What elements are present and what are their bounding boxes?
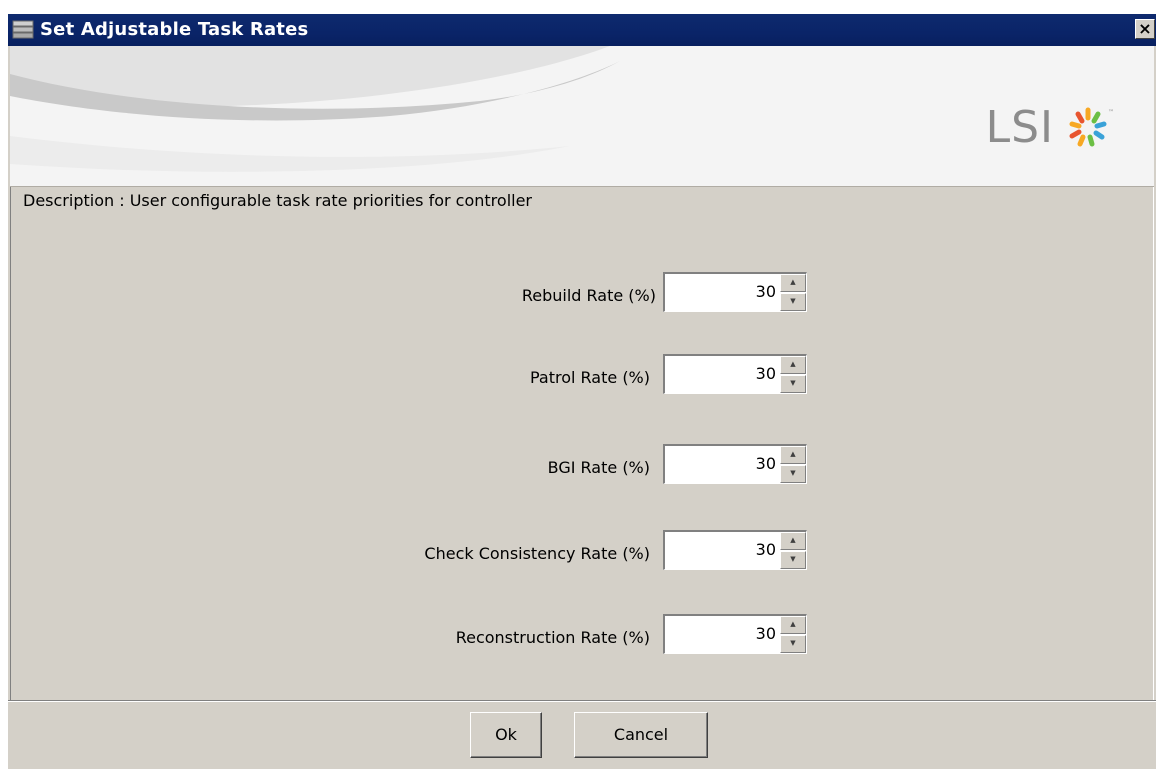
content-panel (10, 187, 1154, 700)
check-consistency-rate-label: Check Consistency Rate (%) (424, 544, 650, 563)
reconstruction-rate-spinner[interactable]: 30 ▲ ▼ (663, 614, 807, 654)
rebuild-rate-spinner[interactable]: 30 ▲ ▼ (663, 272, 807, 312)
spinner-arrows: ▲ ▼ (780, 274, 806, 311)
bgi-rate-value[interactable]: 30 (756, 454, 776, 473)
check-consistency-rate-value[interactable]: 30 (756, 540, 776, 559)
window-title: Set Adjustable Task Rates (40, 19, 309, 40)
cancel-button[interactable]: Cancel (574, 712, 708, 758)
lsi-logo: LSI ™ (986, 104, 1116, 152)
dialog-window: Set Adjustable Task Rates × LSI ™ Descri… (8, 14, 1156, 769)
reconstruction-rate-value[interactable]: 30 (756, 624, 776, 643)
increment-arrow-icon[interactable]: ▲ (780, 532, 806, 550)
decrement-arrow-icon[interactable]: ▼ (780, 293, 806, 311)
footer-separator (8, 700, 1156, 702)
spinner-arrows: ▲ ▼ (780, 532, 806, 569)
close-icon: × (1138, 19, 1152, 38)
check-consistency-rate-spinner[interactable]: 30 ▲ ▼ (663, 530, 807, 570)
increment-arrow-icon[interactable]: ▲ (780, 274, 806, 292)
banner-swoosh-graphic (10, 46, 620, 172)
spinner-arrows: ▲ ▼ (780, 616, 806, 653)
spinner-arrows: ▲ ▼ (780, 446, 806, 483)
spinner-arrows: ▲ ▼ (780, 356, 806, 393)
title-bar: Set Adjustable Task Rates × (8, 14, 1156, 46)
increment-arrow-icon[interactable]: ▲ (780, 356, 806, 374)
decrement-arrow-icon[interactable]: ▼ (780, 551, 806, 569)
patrol-rate-spinner[interactable]: 30 ▲ ▼ (663, 354, 807, 394)
decrement-arrow-icon[interactable]: ▼ (780, 375, 806, 393)
lsi-starburst-icon: ™ (1069, 107, 1114, 147)
increment-arrow-icon[interactable]: ▲ (780, 446, 806, 464)
decrement-arrow-icon[interactable]: ▼ (780, 635, 806, 653)
decrement-arrow-icon[interactable]: ▼ (780, 465, 806, 483)
app-icon (12, 20, 34, 39)
ok-button[interactable]: Ok (470, 712, 542, 758)
rebuild-rate-value[interactable]: 30 (756, 282, 776, 301)
logo-text: LSI (985, 102, 1054, 153)
patrol-rate-value[interactable]: 30 (756, 364, 776, 383)
increment-arrow-icon[interactable]: ▲ (780, 616, 806, 634)
bgi-rate-label: BGI Rate (%) (547, 458, 650, 477)
bgi-rate-spinner[interactable]: 30 ▲ ▼ (663, 444, 807, 484)
header-banner: LSI ™ (10, 46, 1154, 187)
description-text: Description : User configurable task rat… (23, 191, 532, 210)
patrol-rate-label: Patrol Rate (%) (529, 368, 650, 387)
close-button[interactable]: × (1135, 19, 1155, 39)
svg-text:™: ™ (1108, 109, 1114, 116)
reconstruction-rate-label: Reconstruction Rate (%) (455, 628, 650, 647)
rebuild-rate-label: Rebuild Rate (%) (521, 286, 656, 305)
